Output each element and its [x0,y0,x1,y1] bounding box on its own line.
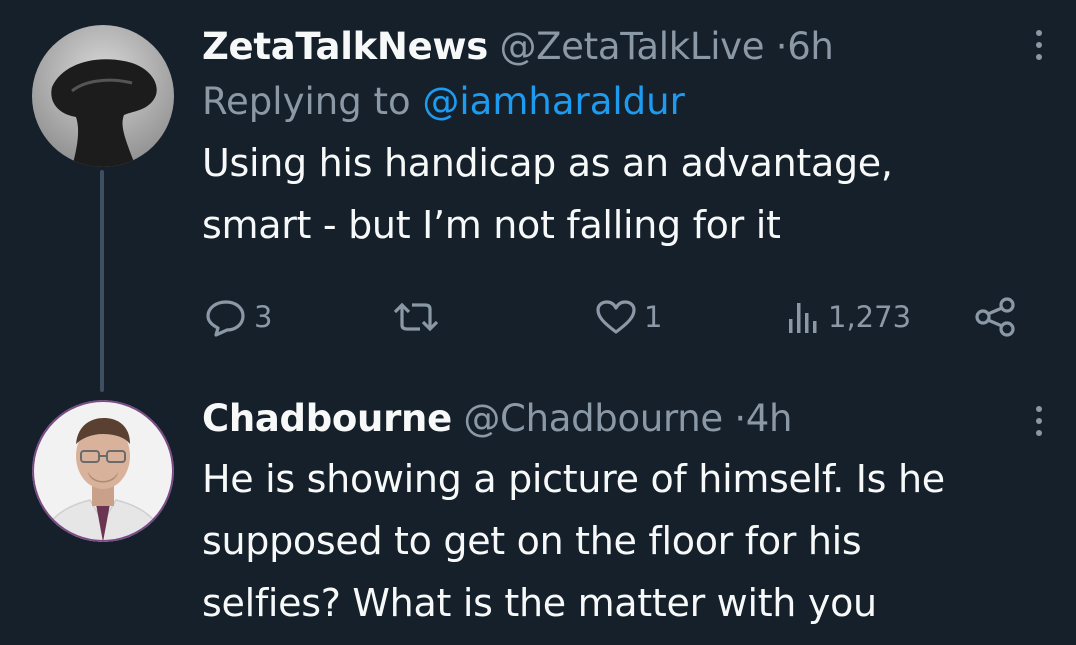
display-name[interactable]: ZetaTalkNews [202,25,488,68]
like-count: 1 [644,300,663,334]
more-icon[interactable] [1034,30,1044,60]
tweet-time[interactable]: 4h [746,397,793,440]
replying-to-mention[interactable]: @iamharaldur [422,80,684,123]
display-name[interactable]: Chadbourne [202,397,452,440]
reply-icon [206,300,245,337]
tweet-header: ZetaTalkNews @ZetaTalkLive ·6h [202,22,1036,72]
alien-silhouette-avatar [32,25,174,167]
tweet-time[interactable]: 6h [787,25,834,68]
views-icon [789,303,817,333]
views-count: 1,273 [828,300,912,334]
tweet-text-line: Using his handicap as an advantage, [202,141,893,185]
avatar-chadbourne[interactable] [32,400,174,542]
retweet-button[interactable] [392,292,446,342]
tweet-text: Using his handicap as an advantage, smar… [202,132,1036,256]
user-handle[interactable]: @Chadbourne [463,397,723,440]
thread-connector-line [100,170,104,392]
more-icon[interactable] [1034,406,1044,436]
views-button[interactable]: 1,273 [786,292,911,342]
share-button[interactable] [974,292,1018,342]
user-handle[interactable]: @ZetaTalkLive [499,25,764,68]
replying-to-line: Replying to @iamharaldur [202,72,1036,132]
separator-dot: · [775,25,788,68]
retweet-icon [393,302,439,332]
tweet-text-line: He is showing a picture of himself. Is h… [202,457,945,501]
tweet-actions-bar: 3 1 1,273 [202,292,1022,342]
separator-dot: · [734,397,746,440]
tweet-text-line: selfies? What is the matter with you [202,581,877,625]
tweet-text-line: supposed to get on the floor for his [202,519,862,563]
replying-to-prefix: Replying to [202,80,411,123]
man-portrait-avatar [32,400,174,542]
tweet-text-line: smart - but I’m not falling for it [202,203,781,247]
tweet-zetatalknews[interactable]: ZetaTalkNews @ZetaTalkLive ·6h Replying … [202,22,1042,256]
like-button[interactable]: 1 [594,292,662,342]
avatar-zetatalknews[interactable] [32,25,174,167]
heart-icon [596,300,636,334]
tweet-chadbourne[interactable]: Chadbourne @Chadbourne ·4h He is showing… [202,394,1042,634]
share-icon [975,297,1015,337]
reply-count: 3 [254,300,273,334]
tweet-header: Chadbourne @Chadbourne ·4h [202,394,1036,444]
reply-thread: ZetaTalkNews @ZetaTalkLive ·6h Replying … [0,0,1076,645]
reply-button[interactable]: 3 [204,292,272,342]
tweet-text: He is showing a picture of himself. Is h… [202,448,1036,634]
